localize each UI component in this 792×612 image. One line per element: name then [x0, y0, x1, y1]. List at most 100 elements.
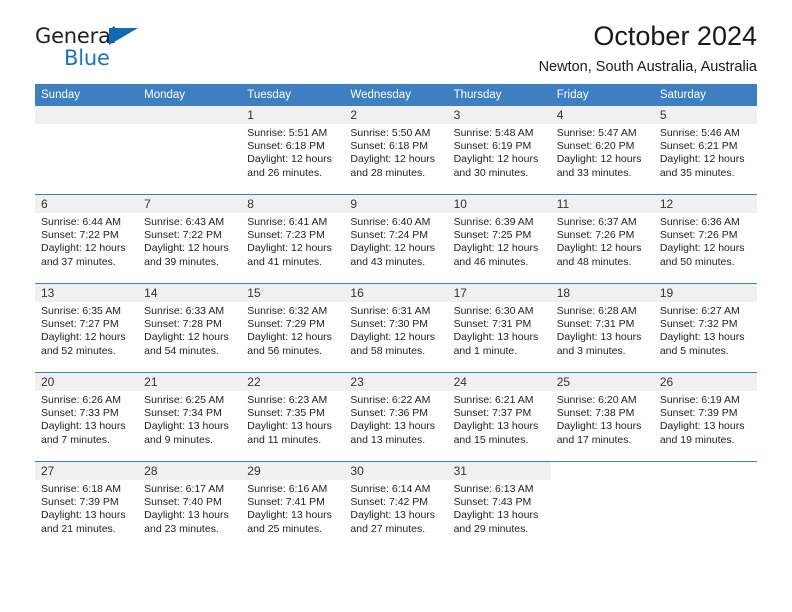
- day-number: 19: [653, 284, 757, 302]
- day-details: Sunrise: 6:31 AM Sunset: 7:30 PM Daylight:…: [344, 302, 447, 358]
- day-details: Sunrise: 6:27 AM Sunset: 7:32 PM Daylight:…: [654, 302, 757, 358]
- calendar-header-row: Sunday Monday Tuesday Wednesday Thursday…: [35, 84, 757, 106]
- day-number: 16: [344, 284, 448, 302]
- weekday-header-sunday: Sunday: [35, 84, 139, 106]
- calendar-day-cell[interactable]: 4 Sunrise: 5:47 AM Sunset: 6:20 PM Daylight…: [550, 106, 654, 195]
- day-details: Sunrise: 6:35 AM Sunset: 7:27 PM Daylight:…: [35, 302, 138, 358]
- sunrise-text: Sunrise: 6:16 AM: [247, 483, 328, 495]
- daylight-text: Daylight: 12 hours and 35 minutes.: [659, 153, 745, 179]
- calendar-day-cell[interactable]: 25 Sunrise: 6:20 AM Sunset: 7:38 PM Dayligh…: [550, 372, 654, 462]
- calendar-day-cell[interactable]: 23 Sunrise: 6:22 AM Sunset: 7:36 PM Dayligh…: [344, 372, 448, 462]
- calendar-day-cell[interactable]: 6 Sunrise: 6:44 AM Sunset: 7:22 PM Daylight…: [35, 194, 139, 284]
- day-number: 21: [138, 373, 242, 391]
- calendar-day-cell[interactable]: 14 Sunrise: 6:33 AM Sunset: 7:28 PM Dayligh…: [138, 283, 242, 373]
- calendar-day-cell[interactable]: 13 Sunrise: 6:35 AM Sunset: 7:27 PM Dayligh…: [35, 283, 139, 373]
- weekday-header-wednesday: Wednesday: [344, 84, 448, 106]
- sunset-text: Sunset: 7:38 PM: [556, 407, 635, 420]
- day-details: Sunrise: 6:17 AM Sunset: 7:40 PM Daylight:…: [138, 480, 241, 536]
- sunset-text: Sunset: 7:29 PM: [247, 318, 325, 331]
- daylight-text: Daylight: 12 hours and 43 minutes.: [350, 242, 436, 268]
- daylight-text: Daylight: 12 hours and 58 minutes.: [350, 331, 436, 357]
- calendar-day-cell[interactable]: 24 Sunrise: 6:21 AM Sunset: 7:37 PM Dayligh…: [447, 372, 551, 462]
- calendar-day-cell[interactable]: 20 Sunrise: 6:26 AM Sunset: 7:33 PM Dayligh…: [35, 372, 139, 462]
- daylight-text: Daylight: 13 hours and 29 minutes.: [453, 509, 539, 535]
- calendar-day-cell[interactable]: 7 Sunrise: 6:43 AM Sunset: 7:22 PM Daylight…: [138, 194, 242, 284]
- day-number: 24: [447, 373, 551, 391]
- sunrise-text: Sunrise: 6:23 AM: [247, 394, 328, 406]
- calendar-day-cell[interactable]: 17 Sunrise: 6:30 AM Sunset: 7:31 PM Dayligh…: [447, 283, 551, 373]
- sunrise-text: Sunrise: 6:41 AM: [247, 216, 328, 228]
- calendar-week-row: 1 Sunrise: 5:51 AM Sunset: 6:18 PM Daylight…: [35, 106, 757, 195]
- calendar-week-row: 6 Sunrise: 6:44 AM Sunset: 7:22 PM Daylight…: [35, 194, 757, 284]
- calendar-week-row: 27 Sunrise: 6:18 AM Sunset: 7:39 PM Dayligh…: [35, 461, 757, 550]
- sunrise-text: Sunrise: 6:30 AM: [453, 305, 534, 317]
- calendar-day-cell[interactable]: 28 Sunrise: 6:17 AM Sunset: 7:40 PM Dayligh…: [138, 461, 242, 550]
- calendar-day-cell[interactable]: 15 Sunrise: 6:32 AM Sunset: 7:29 PM Dayligh…: [241, 283, 345, 373]
- sunrise-text: Sunrise: 6:21 AM: [453, 394, 534, 406]
- day-number: 15: [241, 284, 345, 302]
- sunset-text: Sunset: 7:35 PM: [247, 407, 325, 420]
- day-number: 17: [447, 284, 551, 302]
- day-number: 31: [447, 462, 551, 480]
- day-details: Sunrise: 6:22 AM Sunset: 7:36 PM Daylight:…: [344, 391, 447, 447]
- calendar-day-cell[interactable]: 22 Sunrise: 6:23 AM Sunset: 7:35 PM Dayligh…: [241, 372, 345, 462]
- general-blue-logo[interactable]: General Blue: [35, 26, 165, 72]
- day-details: Sunrise: 5:47 AM Sunset: 6:20 PM Daylight:…: [551, 124, 654, 180]
- day-details: Sunrise: 6:16 AM Sunset: 7:41 PM Daylight:…: [241, 480, 344, 536]
- logo-text-blue: Blue: [64, 46, 110, 70]
- calendar-day-cell[interactable]: 26 Sunrise: 6:19 AM Sunset: 7:39 PM Dayligh…: [653, 372, 757, 462]
- calendar-day-cell[interactable]: 12 Sunrise: 6:36 AM Sunset: 7:26 PM Dayligh…: [653, 194, 757, 284]
- daylight-text: Daylight: 12 hours and 46 minutes.: [453, 242, 539, 268]
- sunrise-text: Sunrise: 6:33 AM: [144, 305, 225, 317]
- day-details: Sunrise: 5:48 AM Sunset: 6:19 PM Daylight:…: [448, 124, 551, 180]
- sunset-text: Sunset: 7:42 PM: [350, 496, 429, 509]
- daylight-text: Daylight: 13 hours and 11 minutes.: [247, 420, 332, 446]
- day-details: Sunrise: 6:44 AM Sunset: 7:22 PM Daylight:…: [35, 213, 138, 269]
- day-number: 11: [550, 195, 654, 213]
- daylight-text: Daylight: 13 hours and 5 minutes.: [659, 331, 745, 357]
- calendar-day-cell[interactable]: 9 Sunrise: 6:40 AM Sunset: 7:24 PM Daylight…: [344, 194, 448, 284]
- calendar-day-cell[interactable]: 18 Sunrise: 6:28 AM Sunset: 7:31 PM Dayligh…: [550, 283, 654, 373]
- calendar-day-cell-empty: [138, 106, 242, 195]
- sunrise-text: Sunrise: 6:35 AM: [41, 305, 121, 317]
- daylight-text: Daylight: 12 hours and 26 minutes.: [247, 153, 332, 179]
- sunset-text: Sunset: 7:43 PM: [453, 496, 532, 509]
- sunrise-text: Sunrise: 6:27 AM: [659, 305, 740, 317]
- calendar-day-cell[interactable]: 27 Sunrise: 6:18 AM Sunset: 7:39 PM Dayligh…: [35, 461, 139, 550]
- calendar-day-cell[interactable]: 30 Sunrise: 6:14 AM Sunset: 7:42 PM Dayligh…: [344, 461, 448, 550]
- weekday-header-tuesday: Tuesday: [241, 84, 345, 106]
- day-details: Sunrise: 6:28 AM Sunset: 7:31 PM Daylight:…: [551, 302, 654, 358]
- calendar-day-cell[interactable]: 3 Sunrise: 5:48 AM Sunset: 6:19 PM Daylight…: [447, 106, 551, 195]
- day-number: 7: [138, 195, 242, 213]
- calendar-day-cell[interactable]: 31 Sunrise: 6:13 AM Sunset: 7:43 PM Dayligh…: [447, 461, 551, 550]
- sunset-text: Sunset: 7:32 PM: [659, 318, 738, 331]
- day-details: Sunrise: 6:14 AM Sunset: 7:42 PM Daylight:…: [344, 480, 447, 536]
- logo-text-general: General: [35, 24, 117, 48]
- day-details: Sunrise: 5:50 AM Sunset: 6:18 PM Daylight:…: [344, 124, 447, 180]
- daylight-text: Daylight: 12 hours and 52 minutes.: [41, 331, 126, 357]
- calendar-day-cell[interactable]: 21 Sunrise: 6:25 AM Sunset: 7:34 PM Dayligh…: [138, 372, 242, 462]
- day-number: 30: [344, 462, 448, 480]
- daylight-text: Daylight: 13 hours and 13 minutes.: [350, 420, 436, 446]
- sunrise-text: Sunrise: 6:18 AM: [41, 483, 121, 495]
- sunset-text: Sunset: 7:39 PM: [659, 407, 738, 420]
- calendar-day-cell[interactable]: 10 Sunrise: 6:39 AM Sunset: 7:25 PM Dayligh…: [447, 194, 551, 284]
- calendar-day-cell[interactable]: 1 Sunrise: 5:51 AM Sunset: 6:18 PM Daylight…: [241, 106, 345, 195]
- day-number: 18: [550, 284, 654, 302]
- calendar-day-cell[interactable]: 29 Sunrise: 6:16 AM Sunset: 7:41 PM Dayligh…: [241, 461, 345, 550]
- calendar-day-cell[interactable]: 8 Sunrise: 6:41 AM Sunset: 7:23 PM Daylight…: [241, 194, 345, 284]
- sunrise-text: Sunrise: 5:46 AM: [659, 127, 740, 139]
- calendar-day-cell[interactable]: 2 Sunrise: 5:50 AM Sunset: 6:18 PM Daylight…: [344, 106, 448, 195]
- calendar-day-cell[interactable]: 5 Sunrise: 5:46 AM Sunset: 6:21 PM Daylight…: [653, 106, 757, 195]
- daylight-text: Daylight: 12 hours and 28 minutes.: [350, 153, 436, 179]
- sunset-text: Sunset: 6:19 PM: [453, 140, 532, 153]
- calendar-day-cell[interactable]: 11 Sunrise: 6:37 AM Sunset: 7:26 PM Dayligh…: [550, 194, 654, 284]
- day-number: [138, 106, 242, 124]
- sunset-text: Sunset: 6:20 PM: [556, 140, 635, 153]
- sunset-text: Sunset: 7:26 PM: [659, 229, 738, 242]
- calendar-day-cell[interactable]: 19 Sunrise: 6:27 AM Sunset: 7:32 PM Dayligh…: [653, 283, 757, 373]
- sunrise-text: Sunrise: 6:20 AM: [556, 394, 637, 406]
- day-number: 13: [35, 284, 139, 302]
- calendar-day-cell[interactable]: 16 Sunrise: 6:31 AM Sunset: 7:30 PM Dayligh…: [344, 283, 448, 373]
- day-details: Sunrise: 6:36 AM Sunset: 7:26 PM Daylight:…: [654, 213, 757, 269]
